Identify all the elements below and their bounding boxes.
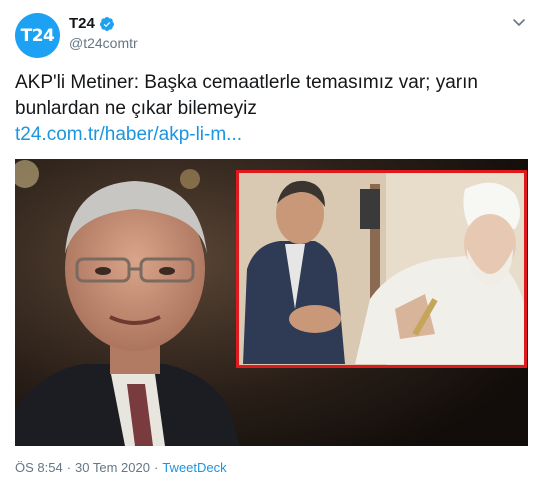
verified-badge-icon [99, 16, 114, 31]
tweet-meta-row: ÖS 8:54 · 30 Tem 2020 · TweetDeck [15, 460, 227, 475]
inset-photo [236, 170, 527, 368]
avatar-text: T24 [20, 25, 55, 46]
media-illustration [15, 159, 528, 446]
chevron-down-icon[interactable] [511, 14, 527, 30]
tweet-date[interactable]: 30 Tem 2020 [75, 460, 150, 475]
tweet-time[interactable]: ÖS 8:54 [15, 460, 63, 475]
author-name-row: T24 [69, 15, 115, 32]
handle[interactable]: @t24comtr [69, 35, 138, 51]
tweet-client-link[interactable]: TweetDeck [162, 460, 226, 475]
tweet-text: AKP'li Metiner: Başka cemaatlerle teması… [15, 72, 478, 119]
meta-separator: · [66, 460, 72, 475]
tweet-link[interactable]: t24.com.tr/haber/akp-li-m... [15, 122, 242, 148]
avatar[interactable]: T24 [15, 13, 60, 58]
meta-separator: · [153, 460, 159, 475]
tweet-card: T24 T24 @t24comtr AKP'li Metiner: Başka … [0, 0, 543, 492]
display-name[interactable]: T24 [69, 15, 95, 32]
tweet-media-image[interactable] [15, 159, 528, 446]
